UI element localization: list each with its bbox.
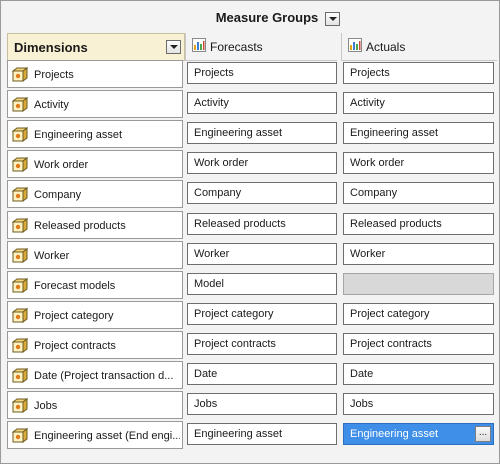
actuals-relationship-cell[interactable]: Worker [343, 242, 494, 265]
dimension-label: Projects [34, 69, 74, 81]
dimension-label: Project category [34, 309, 114, 322]
actuals-relationship-cell[interactable]: Company [343, 182, 494, 205]
actuals-relationship-cell[interactable]: Jobs [343, 393, 494, 416]
table-row: Project category Project category Project … [7, 300, 497, 330]
table-row: Engineering asset Engineering asset Engine… [7, 119, 497, 149]
dimension-cell[interactable]: Released products [7, 210, 183, 239]
dimension-label: Activity [34, 99, 69, 112]
table-row: Worker Worker Worker [7, 240, 497, 270]
table-row: Projects Projects Projects [7, 59, 497, 89]
ellipsis-button[interactable]: ... [475, 426, 491, 443]
cube-dimension-icon [12, 127, 28, 143]
dimension-label: Project contracts [34, 339, 116, 352]
forecasts-relationship-cell[interactable]: Date [187, 363, 337, 385]
forecasts-relationship-cell[interactable]: Engineering asset [187, 122, 337, 145]
dimensions-header: Dimensions [7, 33, 185, 61]
cube-dimension-icon [12, 337, 28, 353]
actuals-relationship-cell[interactable]: Work order [343, 152, 494, 175]
forecasts-relationship-cell[interactable]: Company [187, 182, 337, 205]
cube-dimension-icon [12, 307, 28, 323]
table-row: Activity Activity Activity [7, 89, 497, 119]
actuals-relationship-cell[interactable]: Engineering asset... [343, 423, 494, 446]
actuals-relationship-cell[interactable]: Date [343, 363, 494, 385]
forecasts-relationship-cell[interactable]: Model [187, 272, 337, 295]
dimension-cell[interactable]: Engineering asset (End engi... [7, 421, 183, 450]
dimension-label: Company [34, 189, 82, 202]
table-row: Date (Project transaction d... Date Date [7, 360, 497, 390]
bar-chart-icon [192, 38, 206, 52]
actuals-relationship-cell[interactable]: Activity [343, 92, 494, 115]
measure-groups-title: Measure Groups [215, 10, 319, 25]
dimension-cell[interactable]: Forecast models [7, 270, 183, 299]
dimension-cell[interactable]: Work order [7, 150, 183, 179]
column-header-actuals[interactable]: Actuals [341, 33, 497, 61]
forecasts-relationship-cell[interactable]: Project contracts [187, 332, 337, 355]
cube-dimension-icon [12, 217, 28, 233]
dimension-cell[interactable]: Jobs [7, 391, 183, 420]
cube-dimension-icon [12, 157, 28, 173]
grid-header: Measure Groups Dimensions Forecasts Actu… [5, 5, 497, 61]
dimension-cell[interactable]: Projects [7, 60, 183, 88]
dimension-cell[interactable]: Date (Project transaction d... [7, 361, 183, 389]
table-row: Jobs Jobs Jobs [7, 390, 497, 420]
dimension-cell[interactable]: Activity [7, 90, 183, 119]
relationship-label: Engineering asset [350, 428, 439, 441]
dimension-label: Worker [34, 249, 70, 262]
dimension-label: Engineering asset [34, 129, 123, 142]
dimension-label: Jobs [34, 400, 58, 413]
table-row: Company Company Company [7, 179, 497, 209]
cube-dimension-icon [12, 97, 28, 113]
dimension-cell[interactable]: Worker [7, 240, 183, 269]
dimension-cell[interactable]: Company [7, 180, 183, 209]
actuals-relationship-cell[interactable]: Project contracts [343, 332, 494, 355]
cube-dimension-icon [12, 428, 28, 444]
forecasts-relationship-cell[interactable]: Projects [187, 62, 337, 84]
forecasts-relationship-cell[interactable]: Work order [187, 152, 337, 175]
dimensions-dropdown-button[interactable] [166, 40, 181, 54]
dimension-usage-grid: Measure Groups Dimensions Forecasts Actu… [0, 0, 500, 464]
column-header-forecasts[interactable]: Forecasts [185, 33, 337, 61]
actuals-relationship-cell[interactable]: Released products [343, 212, 494, 235]
column-header-label: Actuals [366, 40, 406, 54]
forecasts-relationship-cell[interactable]: Worker [187, 242, 337, 265]
actuals-relationship-cell[interactable] [343, 272, 494, 295]
dimension-label: Engineering asset (End engi... [34, 430, 180, 443]
bar-chart-icon [348, 38, 362, 52]
dimension-label: Forecast models [34, 279, 116, 292]
cube-dimension-icon [12, 368, 28, 383]
forecasts-relationship-cell[interactable]: Project category [187, 302, 337, 325]
cube-dimension-icon [12, 247, 28, 263]
table-row: Work order Work order Work order [7, 149, 497, 179]
table-row: Project contracts Project contracts Projec… [7, 330, 497, 360]
dimension-label: Date (Project transaction d... [34, 370, 174, 382]
cube-dimension-icon [12, 187, 28, 203]
dimension-label: Work order [34, 159, 89, 172]
table-row: Forecast models Model [7, 270, 497, 300]
cube-dimension-icon [12, 277, 28, 293]
dimension-label: Released products [34, 219, 126, 232]
cube-dimension-icon [12, 67, 28, 82]
column-header-label: Forecasts [210, 40, 263, 54]
forecasts-relationship-cell[interactable]: Jobs [187, 393, 337, 416]
measure-groups-dropdown-button[interactable] [325, 12, 340, 26]
forecasts-relationship-cell[interactable]: Released products [187, 212, 337, 235]
cube-dimension-icon [12, 398, 28, 414]
table-row: Released products Released products Releas… [7, 210, 497, 240]
dimension-cell[interactable]: Project contracts [7, 330, 183, 359]
forecasts-relationship-cell[interactable]: Activity [187, 92, 337, 115]
dimension-cell[interactable]: Project category [7, 300, 183, 329]
actuals-relationship-cell[interactable]: Engineering asset [343, 122, 494, 145]
forecasts-relationship-cell[interactable]: Engineering asset [187, 423, 337, 446]
dimensions-title: Dimensions [14, 40, 88, 55]
actuals-relationship-cell[interactable]: Projects [343, 62, 494, 84]
dimension-cell[interactable]: Engineering asset [7, 120, 183, 149]
actuals-relationship-cell[interactable]: Project category [343, 302, 494, 325]
table-row: Engineering asset (End engi... Engineerin… [7, 420, 497, 450]
